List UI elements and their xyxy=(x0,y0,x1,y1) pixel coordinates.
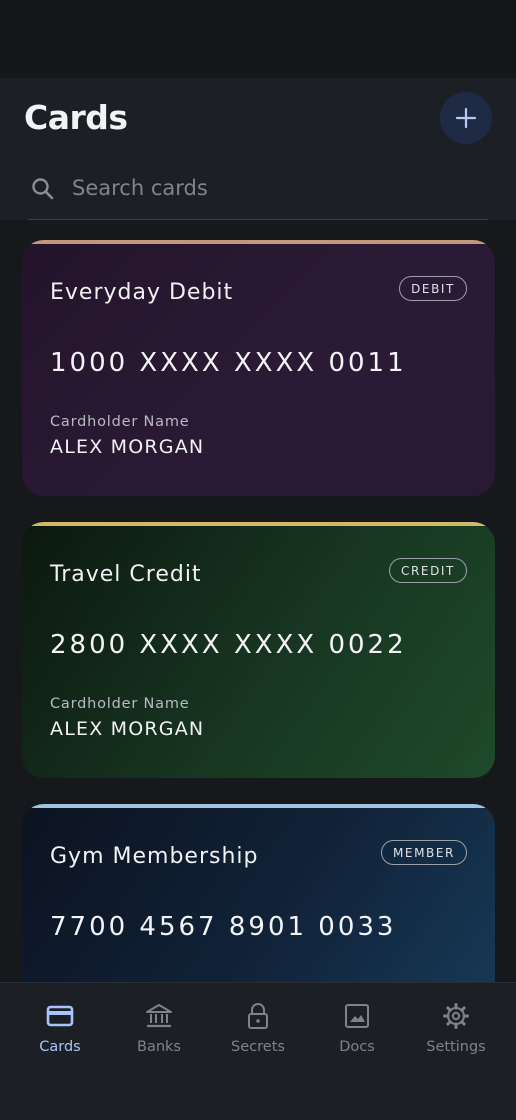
credit-card-icon xyxy=(46,1005,74,1027)
card-type-badge: DEBIT xyxy=(399,276,467,301)
search-icon xyxy=(32,178,54,200)
status-bar xyxy=(0,0,516,78)
cardholder-name: ALEX MORGAN xyxy=(50,436,205,458)
card-type-badge: MEMBER xyxy=(380,840,467,865)
card-name: Travel Credit xyxy=(50,562,202,587)
card-accent-line xyxy=(22,522,495,526)
card-number: 1000 XXXX XXXX 0011 xyxy=(50,348,407,378)
card-list: Everyday Debit DEBIT 1000 XXXX XXXX 0011… xyxy=(0,220,516,982)
nav-label: Banks xyxy=(137,1039,181,1055)
card-everyday-debit[interactable]: Everyday Debit DEBIT 1000 XXXX XXXX 0011… xyxy=(22,240,495,496)
card-number: 2800 XXXX XXXX 0022 xyxy=(50,630,407,660)
nav-label: Cards xyxy=(39,1039,81,1055)
cardholder-name: ALEX MORGAN xyxy=(50,718,205,740)
gear-icon xyxy=(443,1003,469,1029)
card-number: 7700 4567 8901 0033 xyxy=(50,912,397,942)
lock-icon xyxy=(248,1003,268,1029)
card-name: Gym Membership xyxy=(50,844,259,869)
card-type-badge: CREDIT xyxy=(388,558,467,583)
nav-item-settings[interactable]: Settings xyxy=(406,1001,506,1071)
nav-label: Settings xyxy=(426,1039,486,1055)
search-input[interactable] xyxy=(72,168,472,208)
nav-label: Secrets xyxy=(231,1039,285,1055)
header: Cards xyxy=(0,78,516,220)
add-card-button[interactable] xyxy=(440,92,492,144)
image-icon xyxy=(345,1004,369,1028)
bank-icon xyxy=(146,1004,172,1028)
nav-item-docs[interactable]: Docs xyxy=(307,1001,407,1071)
card-gym-membership[interactable]: Gym Membership MEMBER 7700 4567 8901 003… xyxy=(22,804,495,982)
cardholder-label: Cardholder Name xyxy=(50,696,190,712)
card-name: Everyday Debit xyxy=(50,280,234,305)
search-bar[interactable] xyxy=(28,164,488,220)
card-accent-line xyxy=(22,240,495,244)
nav-item-secrets[interactable]: Secrets xyxy=(208,1001,308,1071)
bottom-nav: Cards Banks Secrets Docs Settings xyxy=(0,982,516,1120)
cardholder-label: Cardholder Name xyxy=(50,414,190,430)
card-accent-line xyxy=(22,804,495,808)
page-title: Cards xyxy=(24,98,128,137)
nav-item-banks[interactable]: Banks xyxy=(109,1001,209,1071)
card-travel-credit[interactable]: Travel Credit CREDIT 2800 XXXX XXXX 0022… xyxy=(22,522,495,778)
plus-icon xyxy=(455,107,477,129)
nav-item-cards[interactable]: Cards xyxy=(10,1001,110,1071)
nav-label: Docs xyxy=(339,1039,375,1055)
